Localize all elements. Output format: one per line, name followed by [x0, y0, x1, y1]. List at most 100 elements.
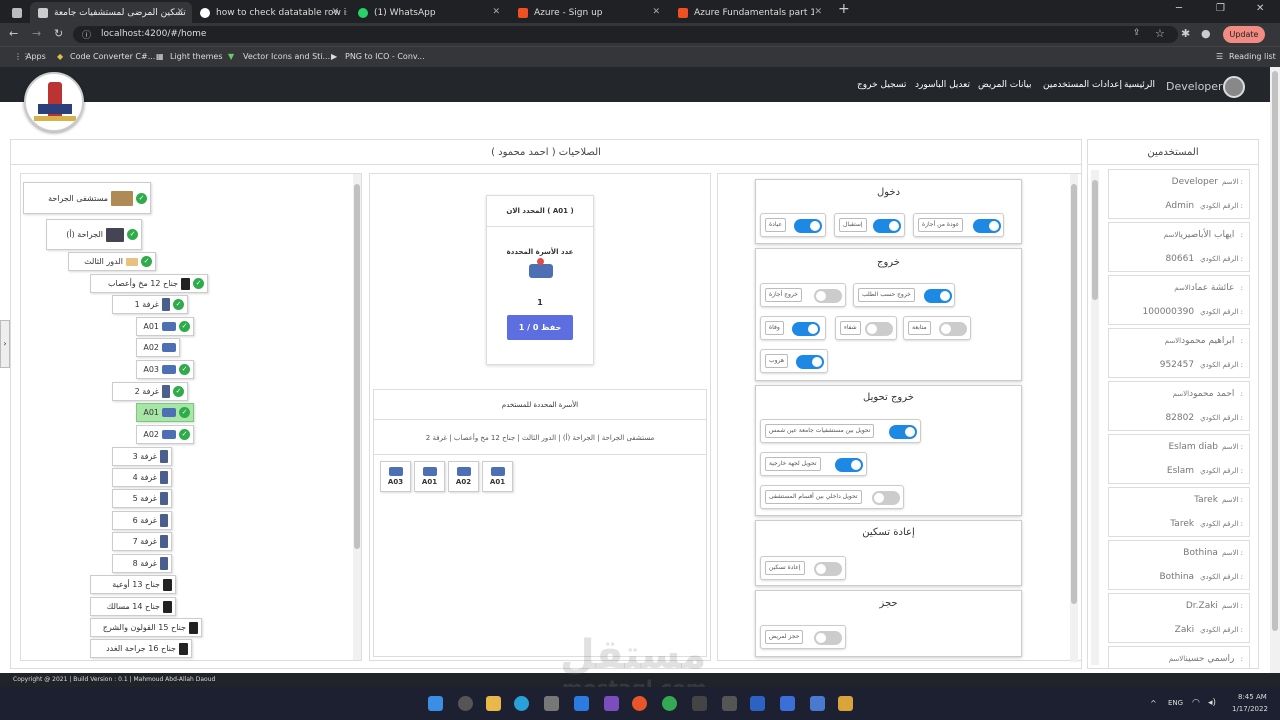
tree-node-bed[interactable]: A02 [136, 338, 180, 357]
user-card[interactable]: Dr.Zaki الاسم : Zaki الرقم الكودي : [1108, 593, 1250, 643]
file-explorer-icon[interactable] [486, 696, 501, 711]
avatar[interactable] [1223, 76, 1245, 98]
save-button[interactable]: حفظ 0 / 1 [507, 315, 573, 340]
minimize-icon[interactable]: ─ [1176, 3, 1182, 14]
app-icon[interactable] [750, 696, 765, 711]
url-field[interactable]: localhost:4200/#/home [73, 26, 1178, 43]
user-card[interactable]: Developer الاسم : Admin الرقم الكودي : [1108, 169, 1250, 219]
vscode-icon[interactable] [574, 696, 589, 711]
toggle-follow-up[interactable] [939, 322, 967, 336]
tab-azure-fundamentals[interactable]: Azure Fundamentals part 1: Desc✕ [670, 2, 830, 23]
forward-icon[interactable]: → [32, 27, 41, 40]
reading-list[interactable]: Reading list [1229, 52, 1276, 61]
toggle-reception[interactable] [873, 219, 901, 233]
user-card[interactable]: ايهاب الأباصيريالاسم : 80661 الرقم الكودي … [1108, 222, 1250, 272]
store-icon[interactable] [544, 696, 559, 711]
search-icon[interactable] [458, 696, 473, 711]
toggle-transfer-internal[interactable] [872, 491, 900, 505]
tab-datatable[interactable]: how to check datatable row is nu✕ [192, 2, 347, 23]
close-icon[interactable]: ✕ [652, 7, 660, 17]
chevron-up-icon[interactable]: ^ [1150, 699, 1157, 708]
tree-node-hospital[interactable]: مستشفى الجراحة ✓ [23, 182, 151, 214]
app-icon[interactable] [780, 696, 795, 711]
tab-whatsapp[interactable]: (1) WhatsApp ✕ [350, 2, 508, 23]
toggle-exit-leave[interactable] [814, 289, 842, 303]
tab-hospital[interactable]: تسكين المرضى لمستشفيات جامعة ✕ [30, 2, 192, 23]
toggle-recovery[interactable] [865, 322, 893, 336]
tree-node-ward-15[interactable]: جناح 15 القولون والشرج [90, 618, 202, 637]
user-card[interactable]: احمد محمودالاسم : 82802 الرقم الكودي : [1108, 381, 1250, 431]
bookmark-code-converter[interactable]: Code Converter C#... [70, 52, 155, 61]
permissions-scrollbar[interactable] [1070, 174, 1078, 662]
tree-node-room-7[interactable]: غرفة 7 [112, 532, 172, 551]
toggle-reserve-patient[interactable] [814, 631, 842, 645]
nav-home[interactable]: الرئيسية [1124, 80, 1155, 90]
close-window-icon[interactable]: ✕ [1256, 3, 1264, 14]
new-tab-icon[interactable]: + [838, 1, 850, 17]
user-bed[interactable]: A01 [482, 461, 513, 492]
clock-time[interactable]: 8:45 AM [1238, 693, 1267, 701]
back-icon[interactable]: ← [9, 27, 18, 40]
edge-icon[interactable] [514, 696, 529, 711]
nav-change-password[interactable]: تعديل الباسورد [915, 80, 970, 90]
bookmark-png-to-ico[interactable]: PNG to ICO - Conv... [345, 52, 425, 61]
tree-node-ward-14[interactable]: جناح 14 مسالك [90, 597, 176, 616]
tree-node-room-2[interactable]: غرفة 2 ✓ [112, 382, 188, 401]
nav-logout[interactable]: تسجيل خروج [857, 80, 906, 90]
postman-icon[interactable] [632, 696, 647, 711]
tree-node-building[interactable]: الجراحة (أ) ✓ [46, 219, 142, 250]
toggle-death[interactable] [792, 322, 820, 336]
user-bed[interactable]: A01 [414, 461, 445, 492]
share-icon[interactable]: ⇪ [1133, 28, 1141, 38]
app-icon[interactable] [692, 696, 707, 711]
tree-node-bed[interactable]: A03 ✓ [136, 360, 194, 379]
toggle-transfer-between-hospitals[interactable] [889, 425, 917, 439]
update-button[interactable]: Update [1223, 26, 1265, 43]
toggle-return-leave[interactable] [973, 219, 1001, 233]
wifi-icon[interactable]: ◠ [1192, 698, 1200, 708]
tree-node-bed[interactable]: A01 ✓ [136, 317, 194, 336]
bookmark-light-themes[interactable]: Light themes [170, 52, 223, 61]
toggle-clinic[interactable] [794, 219, 822, 233]
close-icon[interactable]: ✕ [331, 7, 339, 17]
users-scrollbar[interactable] [1091, 170, 1099, 665]
visual-studio-icon[interactable] [604, 696, 619, 711]
toggle-exit-on-request[interactable] [924, 289, 952, 303]
tree-node-ward-16[interactable]: جناح 16 جراحة الغدد [90, 639, 192, 658]
tree-node-bed[interactable]: A02 ✓ [136, 425, 194, 444]
tab-azure-signup[interactable]: Azure - Sign up ✕ [510, 2, 668, 23]
user-card[interactable]: راسمي حسينالاسم : [1108, 646, 1250, 669]
volume-icon[interactable]: ◂) [1208, 698, 1216, 708]
shield-icon[interactable] [810, 696, 825, 711]
side-expand-handle[interactable]: › [0, 320, 10, 368]
tree-node-room-3[interactable]: غرفة 3 [112, 447, 172, 466]
user-card[interactable]: Bothina الاسم : Bothina الرقم الكودي : [1108, 540, 1250, 590]
bookmark-vector-icons[interactable]: Vector Icons and Sti... [243, 52, 330, 61]
tree-node-room-5[interactable]: غرفة 5 [112, 489, 172, 508]
nav-user-settings[interactable]: إعدادات المستخدمين [1043, 80, 1122, 90]
tab-pinned[interactable] [4, 2, 24, 23]
user-bed[interactable]: A03 [380, 461, 411, 492]
user-card[interactable]: Eslam diab الاسم : Eslam الرقم الكودي : [1108, 434, 1250, 484]
user-card[interactable]: عائشة عمادالاسم : 100000390 الرقم الكودي : [1108, 275, 1250, 325]
restore-icon[interactable]: ❐ [1216, 3, 1225, 14]
tree-node-room-8[interactable]: غرفة 8 [112, 554, 172, 573]
profile-icon[interactable]: ● [1201, 27, 1211, 40]
close-icon[interactable]: ✕ [814, 7, 822, 17]
close-icon[interactable]: ✕ [492, 7, 500, 17]
nav-patient-data[interactable]: بيانات المريض [978, 80, 1032, 90]
current-user-name[interactable]: Developer [1166, 80, 1223, 93]
app-icon[interactable] [838, 696, 853, 711]
close-icon[interactable]: ✕ [176, 7, 184, 17]
tree-node-room-6[interactable]: غرفة 6 [112, 511, 172, 530]
extensions-icon[interactable]: ✱ [1181, 27, 1190, 40]
info-icon[interactable]: ⓘ [82, 28, 91, 41]
bookmark-apps[interactable]: Apps [26, 52, 46, 61]
page-scrollbar[interactable] [1270, 67, 1280, 673]
tree-node-room-1[interactable]: غرفة 1 ✓ [112, 295, 188, 314]
toggle-rehousing[interactable] [814, 562, 842, 576]
tree-node-floor[interactable]: الدور الثالث ✓ [68, 252, 156, 271]
user-card[interactable]: Tarek الاسم : Tarek الرقم الكودي : [1108, 487, 1250, 537]
tree-node-ward-13[interactable]: جناح 13 أوعية [90, 575, 176, 594]
user-card[interactable]: ابراهيم محمودالاسم : 952457 الرقم الكودي : [1108, 328, 1250, 378]
